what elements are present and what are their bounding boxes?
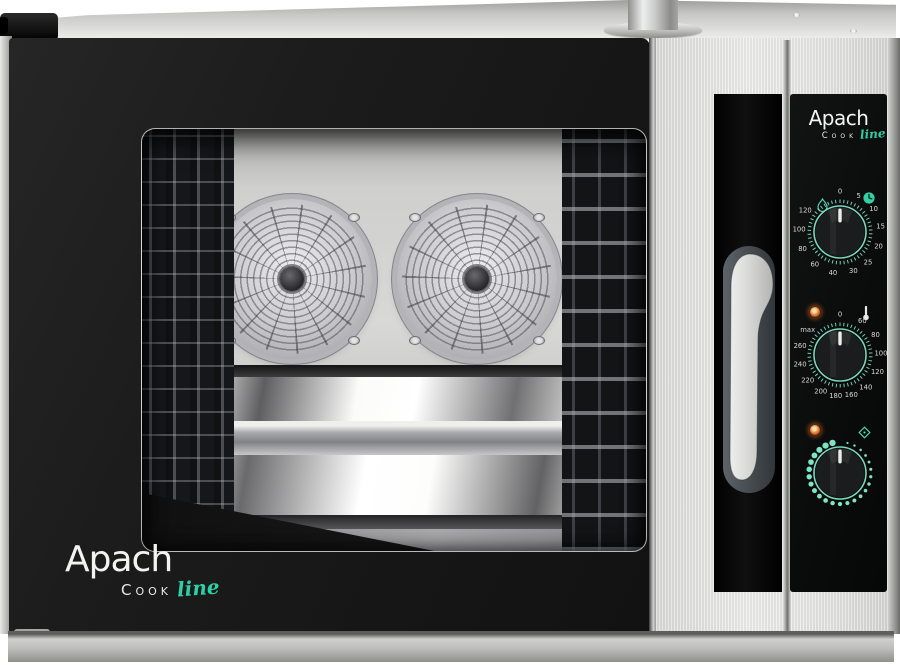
svg-text:240: 240	[794, 361, 807, 369]
brand-cook: Cook	[822, 131, 857, 141]
tray-rack-left	[142, 129, 234, 551]
svg-text:100: 100	[874, 349, 887, 357]
brand-name: Apach	[790, 108, 887, 128]
temperature-knob[interactable]: 0 60 80 100 120 140160180200220 240 260 max	[786, 301, 894, 409]
svg-text:120: 120	[799, 207, 812, 215]
screw-icon	[793, 13, 800, 17]
tray-rail	[182, 421, 610, 455]
oven-door[interactable]: Apach Cook line	[9, 38, 650, 632]
brand-line: line	[859, 126, 885, 142]
svg-text:60: 60	[810, 261, 819, 269]
fan-hub	[280, 267, 304, 291]
svg-text:40: 40	[829, 269, 838, 277]
timer-knob[interactable]: 0 5 10 15 2025 30 40 6080 100 120	[786, 178, 894, 286]
door-glass-window	[141, 128, 647, 552]
svg-text:180: 180	[829, 392, 842, 400]
steam-knob[interactable]	[786, 419, 894, 527]
svg-text:max: max	[800, 326, 815, 334]
product-photo: Apach Cook line Apach Cook line	[0, 0, 900, 665]
oven-top-surface	[6, 0, 896, 40]
svg-text:0: 0	[838, 187, 842, 195]
brand-logo-panel: Apach Cook line	[790, 108, 887, 141]
fan-hub	[465, 267, 489, 291]
oven-cavity-shadow	[202, 365, 590, 377]
svg-text:140: 140	[859, 383, 872, 391]
svg-text:60: 60	[858, 317, 867, 325]
fan-right	[397, 199, 557, 359]
vent-chimney	[628, 0, 678, 30]
svg-text:220: 220	[801, 377, 814, 385]
svg-text:80: 80	[871, 331, 880, 339]
svg-text:120: 120	[871, 368, 884, 376]
control-panel: Apach Cook line 051015202530406080100120…	[790, 94, 887, 592]
oven-base	[8, 631, 894, 662]
door-handle[interactable]	[717, 243, 780, 497]
svg-text:160: 160	[845, 391, 858, 399]
svg-text:5: 5	[856, 192, 860, 200]
fan-left	[212, 199, 372, 359]
svg-text:30: 30	[849, 267, 858, 275]
svg-text:25: 25	[864, 258, 873, 266]
svg-text:100: 100	[793, 226, 806, 234]
svg-text:200: 200	[814, 388, 827, 396]
brand-name: Apach	[65, 542, 219, 578]
screw-icon	[850, 29, 857, 33]
brand-cook: Cook	[121, 581, 172, 599]
svg-text:15: 15	[876, 223, 885, 231]
brand-logo-door: Apach Cook line	[65, 542, 219, 600]
brand-line: line	[176, 575, 220, 602]
svg-text:20: 20	[874, 242, 883, 250]
tray-upper	[202, 377, 590, 421]
tray-lower	[190, 455, 602, 515]
tray-rack-right	[562, 129, 646, 551]
svg-text:0: 0	[838, 310, 842, 318]
svg-text:10: 10	[869, 205, 878, 213]
svg-text:260: 260	[794, 342, 807, 350]
svg-text:80: 80	[798, 245, 807, 253]
